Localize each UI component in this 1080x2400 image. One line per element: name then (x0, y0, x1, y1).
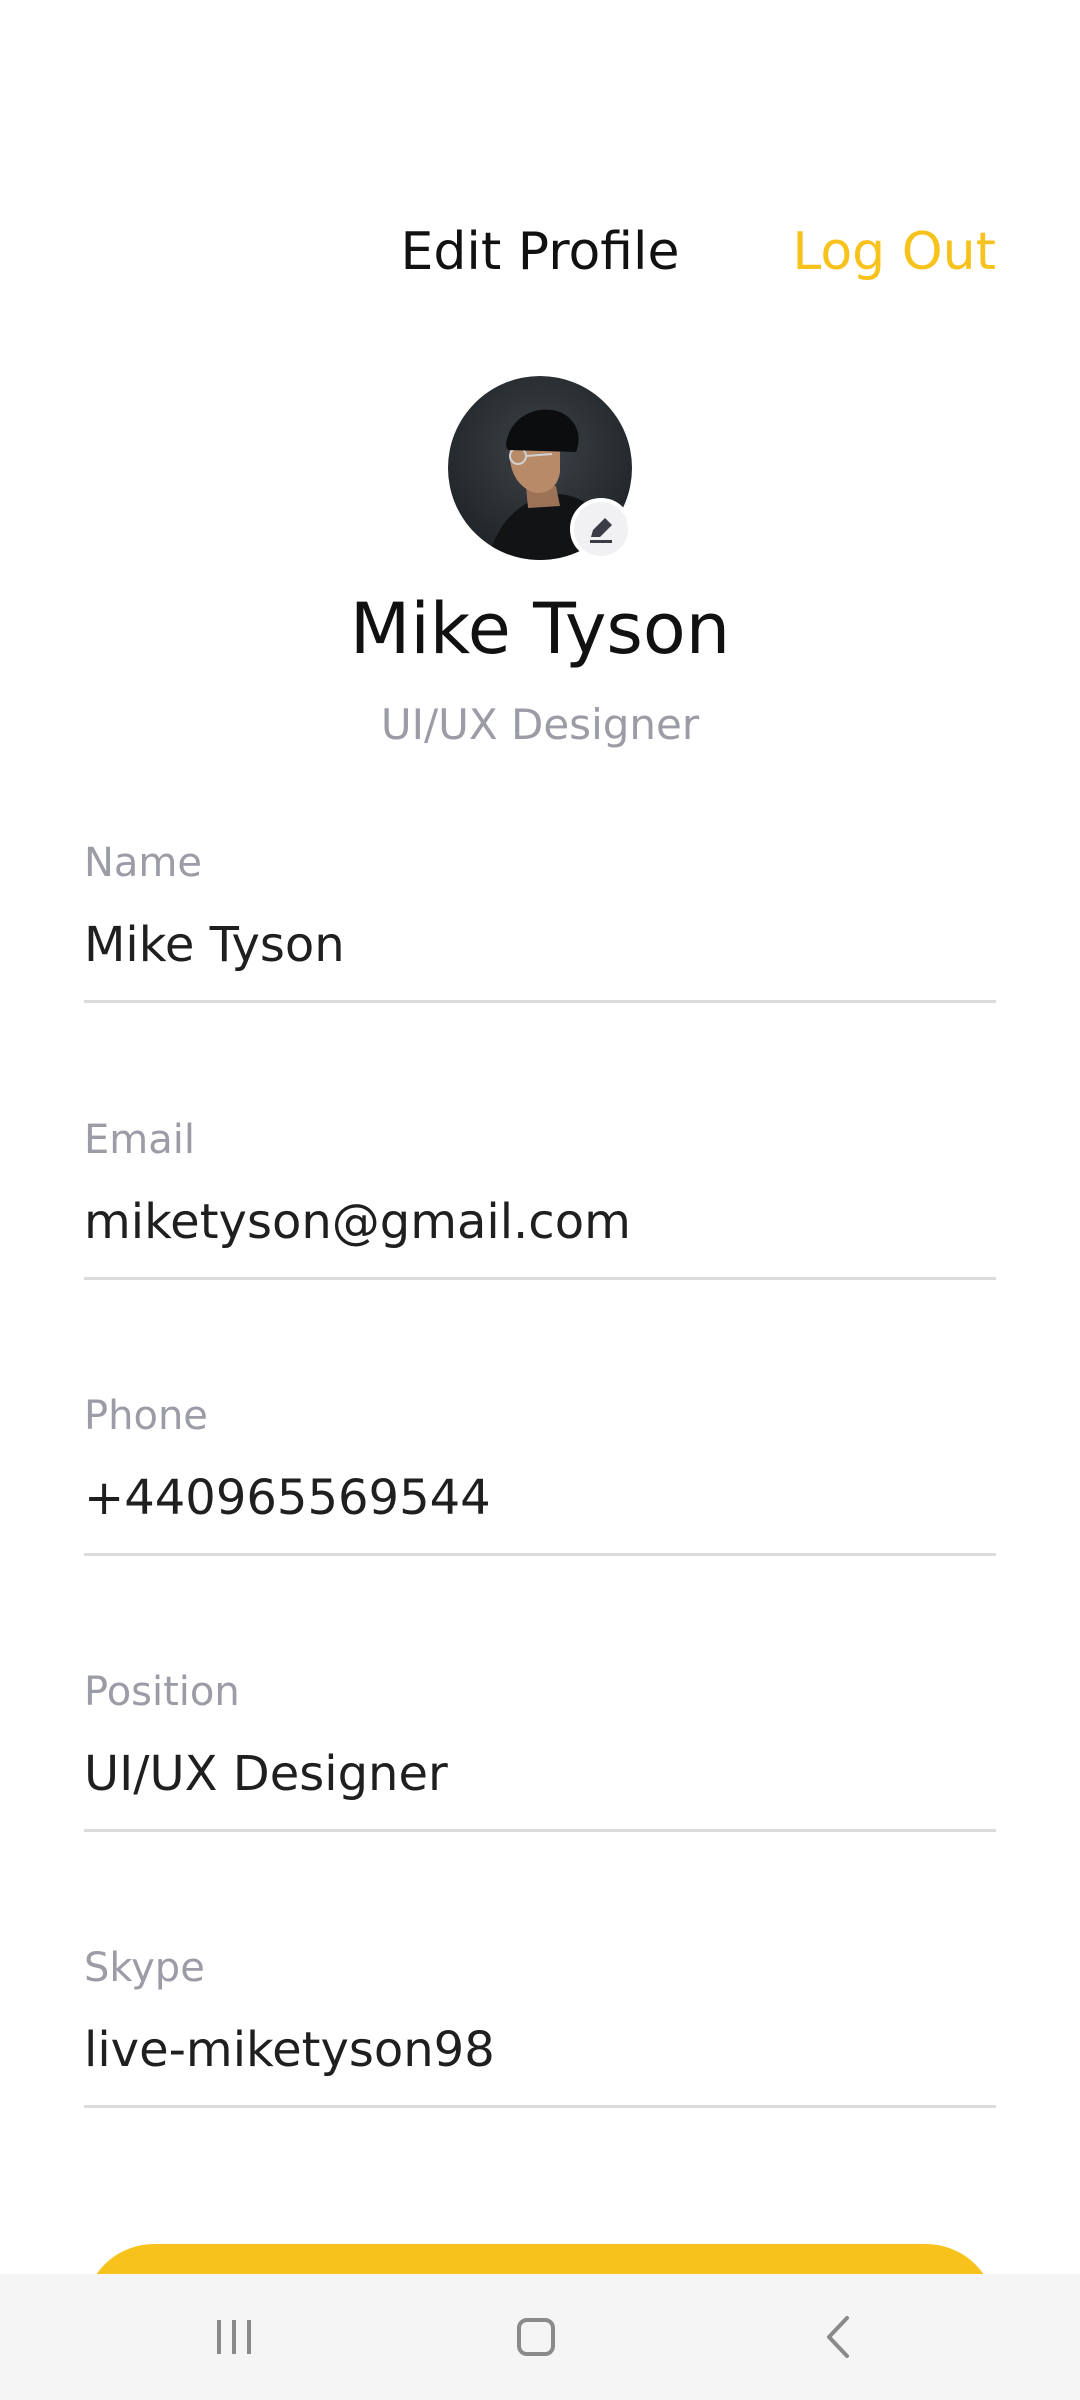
edit-avatar-button[interactable] (570, 498, 632, 560)
skype-label: Skype (84, 1945, 205, 1991)
logout-button[interactable]: Log Out (792, 222, 996, 282)
back-icon (827, 2316, 849, 2358)
email-field: Email (84, 1117, 996, 1297)
recents-button[interactable] (194, 2304, 274, 2370)
profile-role: UI/UX Designer (380, 700, 700, 749)
system-nav-bar (0, 2274, 1080, 2400)
skype-input[interactable] (84, 2015, 996, 2085)
position-label: Position (84, 1669, 240, 1715)
phone-divider (84, 1553, 996, 1556)
phone-input[interactable] (84, 1463, 996, 1533)
pencil-icon (590, 518, 612, 543)
home-button[interactable] (496, 2304, 576, 2370)
name-label: Name (84, 840, 203, 886)
skype-field: Skype (84, 1945, 996, 2125)
avatar-container (448, 376, 632, 560)
email-input[interactable] (84, 1187, 996, 1257)
name-input[interactable] (84, 910, 996, 980)
email-divider (84, 1277, 996, 1280)
header: Edit Profile Log Out (0, 200, 1080, 310)
position-input[interactable] (84, 1739, 996, 1809)
position-divider (84, 1829, 996, 1832)
phone-field: Phone (84, 1393, 996, 1573)
home-icon (517, 2318, 555, 2356)
phone-label: Phone (84, 1393, 208, 1439)
profile-name: Mike Tyson (349, 588, 731, 670)
name-field: Name (84, 840, 996, 1020)
email-label: Email (84, 1117, 195, 1163)
position-field: Position (84, 1669, 996, 1849)
skype-divider (84, 2105, 996, 2108)
back-button[interactable] (800, 2304, 880, 2370)
name-divider (84, 1000, 996, 1003)
recents-icon (217, 2320, 251, 2354)
